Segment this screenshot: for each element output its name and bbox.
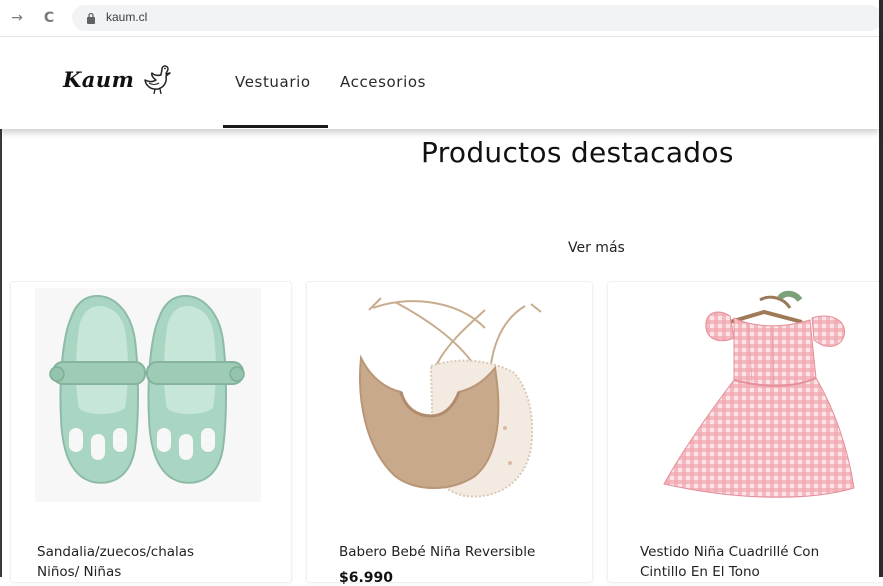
product-image-sandals[interactable] [35,288,261,502]
window-frame-right [879,0,883,577]
site-header: Kaum Vestuario Accesorios [0,37,879,129]
bib-image [335,288,567,508]
product-image-dress[interactable] [634,288,860,504]
nav-vestuario[interactable]: Vestuario [235,73,311,91]
logo-text: Kaum [63,67,135,92]
dress-image [634,288,860,504]
forward-icon[interactable]: → [8,9,26,27]
product-name[interactable]: Sandalia/zuecos/chalas Niños/ Niñas [37,542,277,582]
reload-icon[interactable]: C [40,9,58,27]
address-bar[interactable]: kaum.cl [72,5,882,31]
product-name-line1: Vestido Niña Cuadrillé Con [640,544,820,560]
product-card-dress[interactable]: Vestido Niña Cuadrillé Con Cintillo En E… [607,281,883,583]
product-card-sandals[interactable]: Sandalia/zuecos/chalas Niños/ Niñas [10,281,292,583]
product-name-line1: Babero Bebé Niña Reversible [339,544,536,560]
section-title: Productos destacados [421,136,734,169]
duck-icon [144,65,171,95]
product-name-line1: Sandalia/zuecos/chalas [37,544,195,560]
product-name-line2: Cintillo En El Tono [640,564,760,580]
browser-toolbar: → C kaum.cl [0,0,882,37]
nav-accesorios[interactable]: Accesorios [340,73,426,91]
product-price: $6.990 [339,570,394,586]
product-name[interactable]: Babero Bebé Niña Reversible [339,542,579,562]
product-name-line2: Niños/ Niñas [37,564,122,580]
see-more-link[interactable]: Ver más [568,240,625,256]
product-card-bib[interactable]: Babero Bebé Niña Reversible $6.990 [306,281,593,586]
url-text: kaum.cl [106,10,148,24]
lock-icon [87,12,95,24]
active-nav-indicator [223,125,328,128]
window-frame-left [0,128,2,577]
product-name[interactable]: Vestido Niña Cuadrillé Con Cintillo En E… [640,542,880,582]
product-image-bib[interactable] [335,288,567,508]
sandals-image [35,288,261,502]
